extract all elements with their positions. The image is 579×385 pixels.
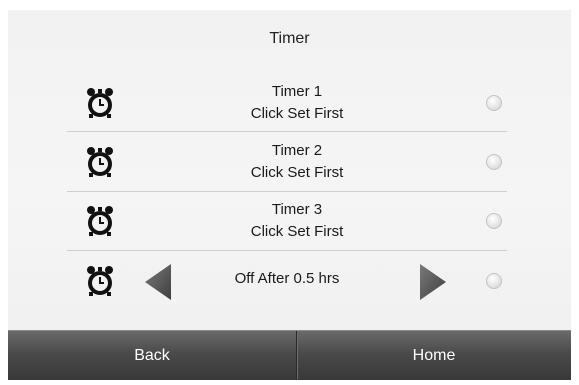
timer-name: Timer 3 <box>271 201 323 218</box>
status-indicator <box>486 95 502 111</box>
timer-row-2[interactable]: Timer 2 Click Set First <box>67 133 507 191</box>
timer-2-text: Timer 2 Click Set First <box>197 140 397 184</box>
timer-row-3[interactable]: Timer 3 Click Set First <box>67 192 507 250</box>
back-button[interactable]: Back <box>8 331 296 380</box>
off-after-value: Off After 0.5 hrs <box>234 270 340 287</box>
alarm-clock-icon <box>87 88 113 118</box>
status-indicator <box>486 213 502 229</box>
timer-name: Timer 2 <box>271 142 323 159</box>
timer-screen: Timer Timer 1 Click Set First Timer 2 Cl… <box>8 10 571 380</box>
alarm-clock-icon <box>87 206 113 236</box>
divider <box>67 131 507 132</box>
page-title: Timer <box>269 30 310 47</box>
timer-1-text: Timer 1 Click Set First <box>197 81 397 125</box>
increase-arrow-icon[interactable] <box>418 262 448 302</box>
divider <box>67 250 507 251</box>
timer-status: Click Set First <box>250 164 344 181</box>
status-indicator <box>486 154 502 170</box>
alarm-clock-icon <box>87 147 113 177</box>
bottom-nav-bar: Back Home <box>8 330 571 380</box>
home-button[interactable]: Home <box>297 331 571 380</box>
off-timer-row: Off After 0.5 hrs <box>67 252 507 310</box>
timer-row-1[interactable]: Timer 1 Click Set First <box>67 74 507 132</box>
timer-name: Timer 1 <box>271 83 323 100</box>
timer-status: Click Set First <box>250 223 344 240</box>
timer-3-text: Timer 3 Click Set First <box>197 199 397 243</box>
alarm-clock-icon <box>87 266 113 296</box>
timer-status: Click Set First <box>250 105 344 122</box>
status-indicator <box>486 273 502 289</box>
decrease-arrow-icon[interactable] <box>143 262 173 302</box>
